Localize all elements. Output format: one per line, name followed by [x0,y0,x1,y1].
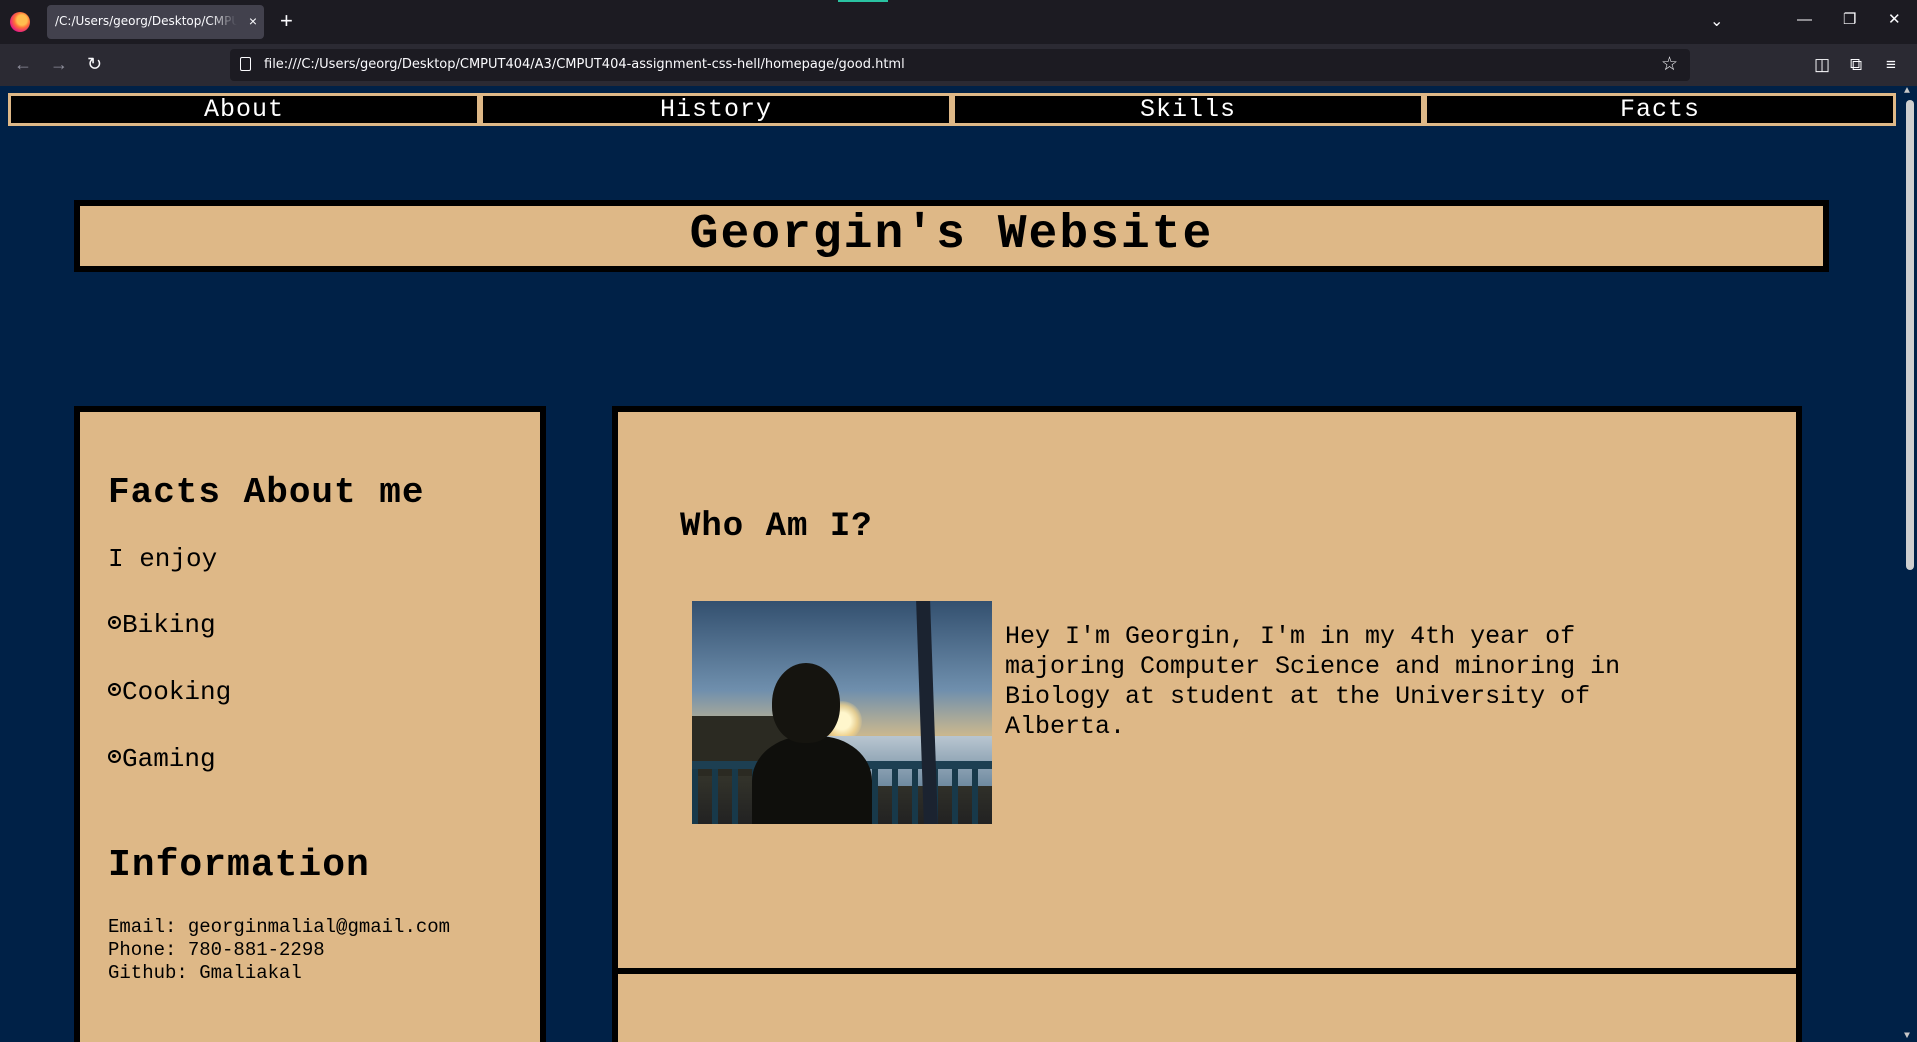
hobby-label: Cooking [122,677,232,707]
bullet-icon [108,616,121,629]
nav-link-history[interactable]: History [483,96,949,123]
site-title: Georgin's Website [689,208,1214,262]
scroll-up-icon[interactable]: ▲ [1904,86,1910,97]
facts-title: Facts About me [108,472,425,513]
contact-info: Email: georginmalial@gmail.com Phone: 78… [108,916,450,985]
scroll-down-icon[interactable]: ▼ [1904,1031,1910,1042]
tab-title: /C:/Users/georg/Desktop/CMPUT404/A3/CMPU… [55,14,237,28]
site-header: Georgin's Website [74,200,1829,272]
facts-panel: Facts About me I enjoy Biking Cooking Ga… [74,406,546,1042]
site-nav: About History Skills Facts [8,93,1896,126]
bullet-icon [108,683,121,696]
forward-icon[interactable]: → [50,53,68,75]
email-line: Email: georginmalial@gmail.com [108,916,451,938]
list-item: Cooking [108,677,231,744]
list-item: Biking [108,610,231,677]
minimize-icon[interactable]: — [1797,10,1812,30]
page-scrollbar[interactable]: ▲ ▼ [1901,86,1917,1042]
browser-tab[interactable]: /C:/Users/georg/Desktop/CMPUT404/A3/CMPU… [47,5,264,39]
about-title: Who Am I? [680,508,873,546]
facts-intro: I enjoy [108,544,218,574]
information-title: Information [108,844,370,887]
extensions-icon[interactable]: ⧉ [1850,55,1862,75]
nav-link-about[interactable]: About [11,96,477,123]
list-all-tabs-icon[interactable]: ⌄ [1710,11,1723,31]
close-window-icon[interactable]: ✕ [1888,10,1901,30]
profile-photo [692,601,992,824]
browser-nav-bar: ← → ↻ file:///C:/Users/georg/Desktop/CMP… [0,44,1917,86]
new-tab-button[interactable]: + [280,9,293,33]
photo-person-head [772,663,840,743]
app-menu-icon[interactable]: ≡ [1886,55,1896,75]
about-panel: Who Am I? Hey I'm Georgin, I'm in my 4th… [612,406,1802,988]
browser-tab-bar: /C:/Users/georg/Desktop/CMPUT404/A3/CMPU… [0,0,1917,44]
hobby-list: Biking Cooking Gaming [108,610,231,811]
hobby-label: Gaming [122,744,216,774]
list-item: Gaming [108,744,231,811]
back-icon[interactable]: ← [14,53,32,75]
bookmark-star-icon[interactable]: ☆ [1661,53,1678,76]
photo-person-body [752,736,872,824]
pocket-icon[interactable]: ◫ [1814,55,1830,75]
nav-link-facts[interactable]: Facts [1427,96,1893,123]
github-line: Github: Gmaliakal [108,962,302,984]
tab-bar-accent [838,0,888,2]
url-bar[interactable]: file:///C:/Users/georg/Desktop/CMPUT404/… [230,49,1690,81]
reload-icon[interactable]: ↻ [87,53,102,75]
hobby-label: Biking [122,610,216,640]
next-panel [612,968,1802,1042]
firefox-logo-icon [10,12,30,32]
scrollbar-thumb[interactable] [1906,100,1914,570]
tab-close-icon[interactable]: × [249,12,257,30]
restore-icon[interactable]: ❐ [1843,10,1856,30]
nav-link-skills[interactable]: Skills [955,96,1421,123]
url-text[interactable]: file:///C:/Users/georg/Desktop/CMPUT404/… [264,57,905,72]
about-text: Hey I'm Georgin, I'm in my 4th year of m… [1005,622,1621,741]
page-icon [240,57,251,71]
bullet-icon [108,750,121,763]
page-viewport: About History Skills Facts Georgin's Web… [0,86,1917,1042]
phone-line: Phone: 780-881-2298 [108,939,325,961]
